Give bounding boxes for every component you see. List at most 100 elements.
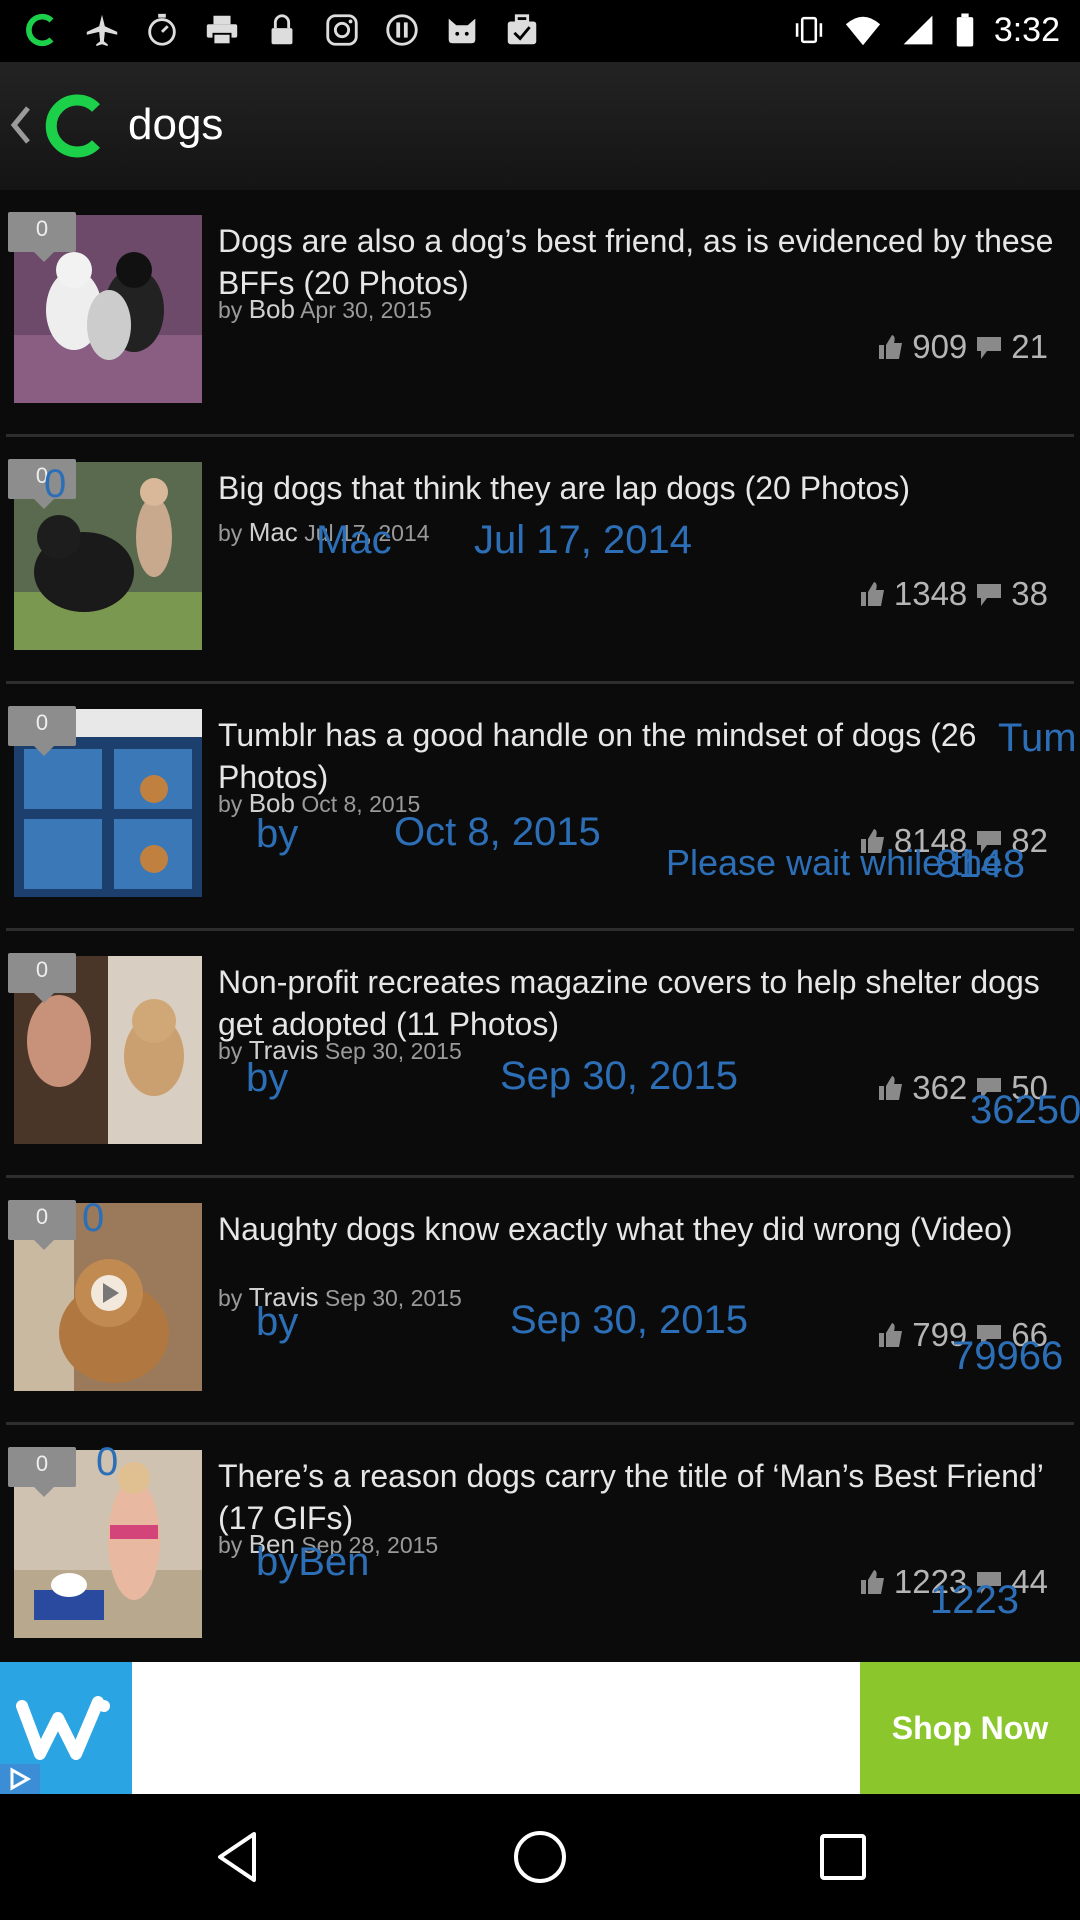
author-name[interactable]: Travis bbox=[249, 1282, 319, 1312]
article-title[interactable]: Dogs are also a dog’s best friend, as is… bbox=[218, 220, 1058, 304]
ad-banner[interactable]: Shop Now bbox=[0, 1662, 1080, 1794]
nav-recents-icon[interactable] bbox=[808, 1822, 878, 1892]
article-meta: by Travis Sep 30, 2015 bbox=[218, 1282, 462, 1313]
like-count: 799 bbox=[912, 1316, 968, 1353]
by-label: by bbox=[218, 1038, 243, 1064]
by-label: by bbox=[218, 520, 243, 546]
clock: 3:32 bbox=[993, 10, 1060, 49]
comment-count: 38 bbox=[1011, 575, 1048, 612]
like-count: 8148 bbox=[893, 822, 968, 859]
comment-count-badge: 0 bbox=[8, 706, 76, 756]
like-count: 1223 bbox=[893, 1563, 968, 1600]
post-date: Jul 17, 2014 bbox=[304, 520, 430, 546]
comment-count-badge: 0 bbox=[8, 1447, 76, 1497]
coin-icon bbox=[382, 8, 422, 52]
author-name[interactable]: Bob bbox=[249, 294, 295, 324]
article-meta: by Bob Apr 30, 2015 bbox=[218, 294, 432, 325]
instagram-icon bbox=[322, 8, 362, 52]
post-date: Apr 30, 2015 bbox=[300, 297, 432, 323]
article-meta: by Mac Jul 17, 2014 bbox=[218, 517, 430, 548]
post-date: Sep 30, 2015 bbox=[324, 1038, 462, 1064]
comment-icon bbox=[977, 1078, 1002, 1100]
like-count: 1348 bbox=[893, 575, 968, 612]
article-stats: 1348 38 bbox=[858, 575, 1048, 613]
post-date: Oct 8, 2015 bbox=[301, 791, 421, 817]
battery-icon bbox=[956, 13, 974, 47]
nav-back-icon[interactable] bbox=[202, 1822, 272, 1892]
system-status: 3:32 bbox=[792, 8, 1060, 52]
list-item[interactable]: 0 Dogs are also a dog’s best friend, as … bbox=[6, 190, 1074, 437]
page-title: dogs bbox=[128, 100, 224, 149]
comment-icon bbox=[977, 584, 1002, 606]
notification-icons bbox=[22, 8, 542, 52]
article-stats: 799 66 bbox=[876, 1316, 1048, 1354]
article-title[interactable]: Tumblr has a good handle on the mindset … bbox=[218, 714, 1058, 798]
article-title[interactable]: There’s a reason dogs carry the title of… bbox=[218, 1455, 1058, 1539]
by-label: by bbox=[218, 791, 243, 817]
lock-icon bbox=[262, 8, 302, 52]
signal-icon bbox=[903, 15, 933, 45]
comment-icon bbox=[977, 831, 1002, 853]
comment-icon bbox=[977, 1572, 1002, 1594]
post-date: Sep 30, 2015 bbox=[324, 1285, 462, 1311]
ad-choices-icon[interactable] bbox=[0, 1764, 40, 1794]
by-label: by bbox=[218, 297, 243, 323]
thumbs-up-icon bbox=[879, 1323, 903, 1347]
thumbs-up-icon bbox=[879, 1076, 903, 1100]
comment-icon bbox=[977, 337, 1002, 359]
article-meta: by Bob Oct 8, 2015 bbox=[218, 788, 420, 819]
app-logo-icon[interactable] bbox=[40, 94, 110, 158]
article-meta: by Ben Sep 28, 2015 bbox=[218, 1529, 438, 1560]
navigation-bar bbox=[0, 1794, 1080, 1920]
printer-icon bbox=[202, 8, 242, 52]
comment-count-badge: 0 bbox=[8, 459, 76, 509]
comment-count-badge: 0 bbox=[8, 212, 76, 262]
list-item[interactable]: 0 Naughty dogs know exactly what they di… bbox=[6, 1178, 1074, 1425]
thumbs-up-icon bbox=[860, 582, 884, 606]
list-item[interactable]: 0 There’s a reason dogs carry the title … bbox=[6, 1425, 1074, 1672]
like-count: 909 bbox=[912, 328, 968, 365]
comment-count: 21 bbox=[1011, 328, 1048, 365]
author-name[interactable]: Ben bbox=[249, 1529, 295, 1559]
wifi-icon bbox=[845, 16, 880, 46]
comment-count-badge: 0 bbox=[8, 953, 76, 1003]
article-title[interactable]: Non-profit recreates magazine covers to … bbox=[218, 961, 1058, 1045]
article-meta: by Travis Sep 30, 2015 bbox=[218, 1035, 462, 1066]
comment-icon bbox=[977, 1325, 1002, 1347]
article-stats: 909 21 bbox=[876, 328, 1048, 366]
thumbs-up-icon bbox=[879, 335, 903, 359]
article-title[interactable]: Naughty dogs know exactly what they did … bbox=[218, 1208, 1058, 1250]
article-stats: 362 50 bbox=[876, 1069, 1048, 1107]
comment-count: 82 bbox=[1011, 822, 1048, 859]
shop-now-button[interactable]: Shop Now bbox=[860, 1662, 1080, 1794]
list-item[interactable]: 0 Non-profit recreates magazine covers t… bbox=[6, 931, 1074, 1178]
list-item[interactable]: 0 Big dogs that think they are lap dogs … bbox=[6, 437, 1074, 684]
list-item[interactable]: 0 Tumblr has a good handle on the mindse… bbox=[6, 684, 1074, 931]
status-bar: 3:32 bbox=[0, 0, 1080, 62]
thumbs-up-icon bbox=[860, 829, 884, 853]
vibrate-icon bbox=[795, 16, 822, 44]
comment-count-badge: 0 bbox=[8, 1200, 76, 1250]
author-name[interactable]: Travis bbox=[249, 1035, 319, 1065]
stopwatch-icon bbox=[142, 8, 182, 52]
comment-count: 66 bbox=[1011, 1316, 1048, 1353]
comment-count: 44 bbox=[1011, 1563, 1048, 1600]
article-stats: 1223 44 bbox=[858, 1563, 1048, 1601]
article-list: 0 Dogs are also a dog’s best friend, as … bbox=[0, 190, 1080, 1672]
comment-count: 50 bbox=[1011, 1069, 1048, 1106]
app-bar: dogs bbox=[0, 62, 1080, 190]
back-chevron-icon[interactable] bbox=[8, 100, 34, 150]
briefcase-check-icon bbox=[502, 8, 542, 52]
like-count: 362 bbox=[912, 1069, 968, 1106]
airplane-icon bbox=[82, 8, 122, 52]
article-stats: 8148 82 bbox=[858, 822, 1048, 860]
post-date: Sep 28, 2015 bbox=[301, 1532, 439, 1558]
author-name[interactable]: Bob bbox=[249, 788, 295, 818]
author-name[interactable]: Mac bbox=[249, 517, 298, 547]
by-label: by bbox=[218, 1285, 243, 1311]
app-c-icon bbox=[22, 8, 62, 52]
nav-home-icon[interactable] bbox=[505, 1822, 575, 1892]
article-title[interactable]: Big dogs that think they are lap dogs (2… bbox=[218, 467, 1058, 509]
cat-icon bbox=[442, 8, 482, 52]
thumbs-up-icon bbox=[860, 1570, 884, 1594]
